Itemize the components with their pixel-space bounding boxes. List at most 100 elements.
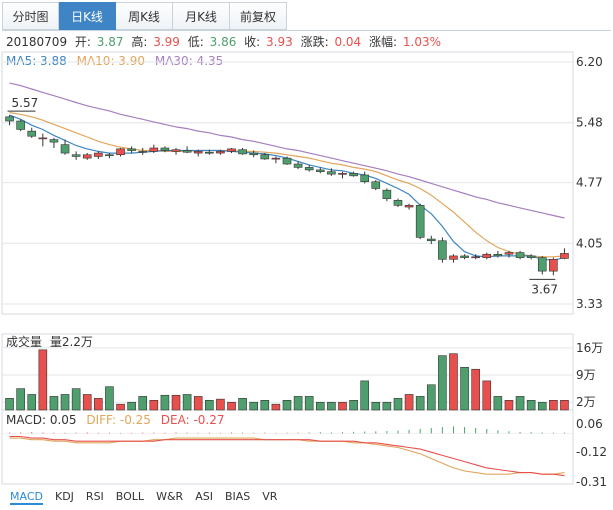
volume-bar (116, 403, 125, 411)
candle-up (171, 149, 181, 152)
candle-up (227, 148, 236, 152)
indicator-tab-vr[interactable]: VR (262, 490, 277, 505)
candle-down (349, 173, 358, 177)
info-high: 3.99 (153, 35, 180, 49)
grid-lines (2, 61, 573, 403)
candle-down (127, 148, 136, 151)
candle-up (38, 137, 48, 140)
volume-bar (260, 399, 270, 411)
candle-down (238, 149, 247, 155)
candle-up (338, 173, 347, 175)
volume-bar (160, 394, 170, 411)
volume-bar (549, 399, 558, 411)
dea-value: DEA: -0.27 (161, 413, 225, 427)
indicator-tab-rsi[interactable]: RSI (86, 490, 104, 505)
volume-bar (338, 401, 347, 411)
volume-bar (393, 398, 403, 411)
candle-up (82, 154, 92, 159)
info-line: 20180709 开: 3.87 高: 3.99 低: 3.86 收: 3.93… (6, 34, 441, 49)
info-change: 0.04 (334, 35, 361, 49)
info-high-label: 高: (131, 34, 147, 49)
macd-series (2, 426, 573, 477)
candle-up (149, 147, 159, 152)
ma-lines (9, 82, 565, 261)
volume-bar (249, 401, 259, 411)
info-close: 3.93 (266, 35, 293, 49)
volume-bar (216, 398, 225, 411)
volume-title: 成交量 (6, 334, 42, 349)
volume-bar (293, 396, 303, 411)
info-change-label: 涨跌: (301, 34, 329, 49)
volume-bar (193, 396, 203, 411)
candle-up (504, 252, 514, 255)
volume-bar (227, 401, 236, 411)
candle-up (560, 253, 569, 259)
candle-up (404, 205, 414, 208)
volume-value: 量2.2万 (50, 335, 93, 349)
info-low-label: 低: (188, 35, 204, 49)
info-low: 3.86 (210, 35, 237, 49)
price-axis: 6.20 5.48 4.77 4.05 3.33 (576, 55, 603, 311)
volume-bar (493, 396, 503, 411)
info-pct-label: 涨幅: (369, 34, 397, 49)
volume-bar (360, 380, 369, 411)
candle-down (393, 199, 403, 206)
macd-value: MACD: 0.05 (6, 413, 77, 427)
info-open-label: 开: (75, 35, 91, 49)
macd-axis: 0.06 -0.12 -0.31 (576, 417, 607, 489)
price-tick-label: 4.05 (576, 236, 603, 250)
candle-up (549, 259, 558, 272)
candle-down (282, 157, 292, 165)
volume-bar (449, 353, 458, 411)
volume-bar (205, 399, 214, 411)
candle-down (105, 154, 114, 157)
max-price-label: 5.57 (12, 96, 39, 110)
indicator-tab-kdj[interactable]: KDJ (55, 490, 74, 505)
volume-bar (82, 394, 92, 411)
volume-bar (304, 396, 314, 411)
volume-bar (537, 401, 547, 411)
price-tick-label: 4.77 (576, 176, 603, 190)
price-tick-label: 6.20 (576, 55, 603, 69)
kline-chart: 20180709 开: 3.87 高: 3.99 低: 3.86 收: 3.93… (1, 34, 607, 489)
volume-bar (471, 368, 480, 411)
volume-bar (404, 394, 414, 411)
indicator-tabs: MACD KDJ RSI BOLL W&R ASI BIAS VR (10, 490, 289, 505)
volume-bar (182, 394, 192, 411)
candle-down (304, 167, 314, 171)
volume-bar (327, 401, 336, 411)
info-open: 3.87 (97, 35, 124, 49)
candle-down (49, 139, 59, 143)
indicator-tab-boll[interactable]: BOLL (116, 490, 144, 505)
indicator-tab-wr[interactable]: W&R (156, 490, 183, 505)
indicator-tab-macd[interactable]: MACD (10, 490, 43, 505)
candle-down (160, 147, 170, 151)
indicator-tab-asi[interactable]: ASI (195, 490, 213, 505)
volume-bar (238, 398, 247, 411)
candle-up (482, 253, 492, 258)
volume-bar (371, 401, 381, 411)
volume-bar (49, 396, 59, 411)
volume-bar (16, 388, 25, 411)
volume-bar (515, 396, 525, 411)
candle-down (27, 130, 37, 137)
candle-up (94, 152, 103, 157)
candle-down (415, 205, 425, 238)
ma30-legend: MA30: 4.35 (155, 54, 223, 68)
volume-tick-label: 2万 (576, 395, 596, 409)
volume-bar (149, 399, 159, 411)
macd-tick-label: -0.31 (576, 475, 607, 489)
candle-down (382, 189, 392, 199)
candle-up (271, 157, 281, 160)
candle-down (493, 253, 503, 257)
candle-down (515, 252, 525, 258)
indicator-tab-bias[interactable]: BIAS (225, 490, 250, 505)
info-date: 20180709 (6, 35, 67, 49)
volume-bar (526, 399, 536, 411)
volume-header: 成交量 量2.2万 (6, 334, 93, 349)
macd-tick-label: 0.06 (576, 417, 603, 431)
diff-value: DIFF: -0.25 (86, 413, 151, 427)
info-close-label: 收: (244, 35, 260, 49)
dif-line (9, 437, 565, 475)
ma10-legend: MA10: 3.90 (77, 54, 145, 68)
